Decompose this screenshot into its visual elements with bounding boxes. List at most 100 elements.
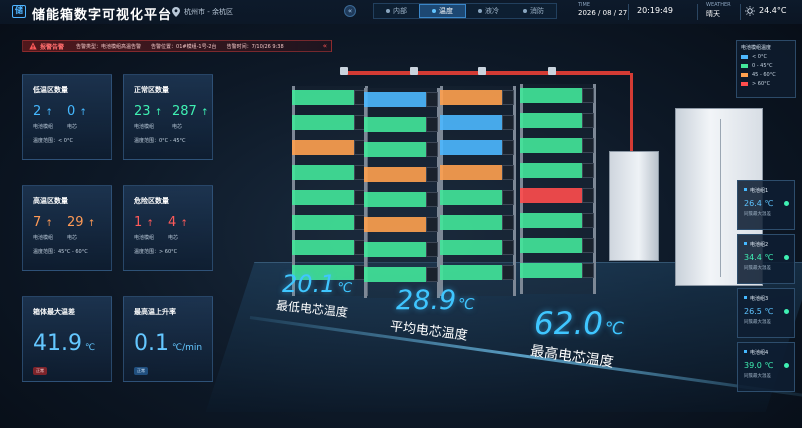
module-casing <box>426 167 438 182</box>
value-unit: ℃ <box>605 319 625 339</box>
tab-interior[interactable]: 内部 <box>374 4 419 18</box>
battery-rack[interactable] <box>440 86 516 296</box>
battery-module[interactable] <box>364 142 430 157</box>
side-subtitle: 同簇最大温差 <box>744 212 771 217</box>
battery-rack[interactable] <box>292 86 368 296</box>
alarm-bar[interactable]: 报警告警 告警类型：电池模组高温告警 告警位置：01#模组-1号-2台 告警时间… <box>22 40 332 52</box>
battery-module[interactable] <box>440 115 506 130</box>
control-cabinet[interactable] <box>609 151 659 261</box>
battery-icon <box>744 242 747 245</box>
weather-label: WEATHER <box>706 2 731 8</box>
battery-module[interactable] <box>364 267 430 282</box>
legend-swatch <box>741 73 748 77</box>
tab-liquid-cooling[interactable]: 液冷 <box>466 4 511 18</box>
arrow-up-icon: ↑ <box>87 219 96 229</box>
battery-module[interactable] <box>520 88 586 103</box>
pipe-valve <box>548 67 556 75</box>
battery-rack[interactable] <box>520 84 596 294</box>
stat-label: 电芯 <box>172 124 183 130</box>
side-card-battery-group-1[interactable]: 电池组1 26.4 ℃ 同簇最大温差 <box>737 180 795 230</box>
battery-module[interactable] <box>364 192 430 207</box>
tab-label: 液冷 <box>485 7 499 15</box>
legend-label: 45 - 60°C <box>752 72 776 78</box>
stat-label: 电池模组 <box>33 235 54 241</box>
tab-label: 内部 <box>393 7 407 15</box>
arrow-up-icon: ↑ <box>45 219 53 229</box>
battery-module[interactable] <box>292 240 358 255</box>
module-casing <box>582 213 594 228</box>
battery-module[interactable] <box>440 165 506 180</box>
side-card-battery-group-2[interactable]: 电池组2 34.4 ℃ 同簇最大温差 <box>737 234 795 284</box>
battery-module[interactable] <box>440 90 506 105</box>
battery-rack[interactable] <box>364 88 440 298</box>
module-casing <box>502 140 514 155</box>
status-dot-icon <box>784 309 789 314</box>
battery-module[interactable] <box>440 215 506 230</box>
clock-value: 20:19:49 <box>637 6 673 15</box>
battery-module[interactable] <box>520 163 586 178</box>
alarm-collapse-icon[interactable]: « <box>323 42 327 50</box>
battery-module[interactable] <box>520 113 586 128</box>
temp-range: 温度范围：45°C - 60°C <box>33 249 88 255</box>
legend-item: 0 - 45°C <box>741 63 791 69</box>
card-normal-zone: 正常区数量 23 ↑ 电池模组 287 ↑ 电芯 温度范围：0°C - 45°C <box>123 74 213 160</box>
battery-module[interactable] <box>520 138 586 153</box>
stat-label: 电芯 <box>168 235 179 241</box>
battery-module[interactable] <box>292 165 358 180</box>
location-text: 杭州市 - 余杭区 <box>184 8 233 16</box>
battery-module[interactable] <box>292 140 358 155</box>
alarm-location: 告警位置：01#模组-1号-2台 <box>151 43 217 50</box>
battery-module[interactable] <box>364 217 430 232</box>
module-casing <box>426 192 438 207</box>
battery-module[interactable] <box>520 213 586 228</box>
tab-fire-protection[interactable]: 消防 <box>511 4 556 18</box>
battery-module[interactable] <box>440 140 506 155</box>
battery-module[interactable] <box>292 115 358 130</box>
module-count: 2 <box>33 104 42 119</box>
battery-module[interactable] <box>292 215 358 230</box>
battery-module[interactable] <box>364 242 430 257</box>
battery-module[interactable] <box>292 190 358 205</box>
battery-module[interactable] <box>520 238 586 253</box>
side-card-battery-group-3[interactable]: 电池组3 26.5 ℃ 同簇最大温差 <box>737 288 795 338</box>
temp-range: 温度范围：> 60°C <box>134 249 178 255</box>
legend-label: > 60°C <box>752 81 771 87</box>
cell-count: 0 <box>67 104 76 119</box>
battery-module[interactable] <box>292 90 358 105</box>
side-title: 电池组2 <box>750 242 769 248</box>
divider <box>697 4 698 20</box>
cell-count: 29 <box>67 215 84 230</box>
battery-module[interactable] <box>440 265 506 280</box>
legend-swatch <box>741 55 748 59</box>
card-title: 最高温上升率 <box>134 308 176 316</box>
battery-module[interactable] <box>520 263 586 278</box>
sun-icon <box>745 6 755 16</box>
collapse-button[interactable]: « <box>344 5 356 17</box>
value-unit: ℃/min <box>172 343 203 353</box>
max-cell-temp-value: 62.0 ℃ <box>534 306 624 342</box>
cell-stat: 287 ↑ 电芯 <box>172 105 209 131</box>
view-tabs: 内部 温度 液冷 消防 <box>373 3 557 19</box>
module-casing <box>582 238 594 253</box>
battery-module[interactable] <box>440 240 506 255</box>
battery-module[interactable] <box>364 167 430 182</box>
stat-label: 电池模组 <box>33 124 54 130</box>
module-casing <box>426 142 438 157</box>
module-casing <box>502 115 514 130</box>
max-rise-rate-value: 0.1 ℃/min <box>134 331 202 356</box>
battery-module[interactable] <box>364 117 430 132</box>
side-title: 电池组1 <box>750 188 769 194</box>
side-value: 26.5 ℃ <box>744 307 774 316</box>
card-high-temp-zone: 高温区数量 7 ↑ 电池模组 29 ↑ 电芯 温度范围：45°C - 60°C <box>22 185 112 271</box>
weather-value: 晴天 <box>706 10 720 18</box>
battery-module[interactable] <box>440 190 506 205</box>
side-card-battery-group-4[interactable]: 电池组4 39.0 ℃ 同簇最大温差 <box>737 342 795 392</box>
card-title: 高温区数量 <box>33 197 68 205</box>
battery-module[interactable] <box>520 188 586 203</box>
card-max-rise-rate: 最高温上升率 0.1 ℃/min 正常 <box>123 296 213 382</box>
card-low-temp-zone: 低温区数量 2 ↑ 电池模组 0 ↑ 电芯 温度范围：< 0°C <box>22 74 112 160</box>
tab-icon <box>523 9 527 13</box>
battery-module[interactable] <box>364 92 430 107</box>
tab-temperature[interactable]: 温度 <box>419 4 466 18</box>
module-stat: 23 ↑ 电池模组 <box>134 105 162 131</box>
